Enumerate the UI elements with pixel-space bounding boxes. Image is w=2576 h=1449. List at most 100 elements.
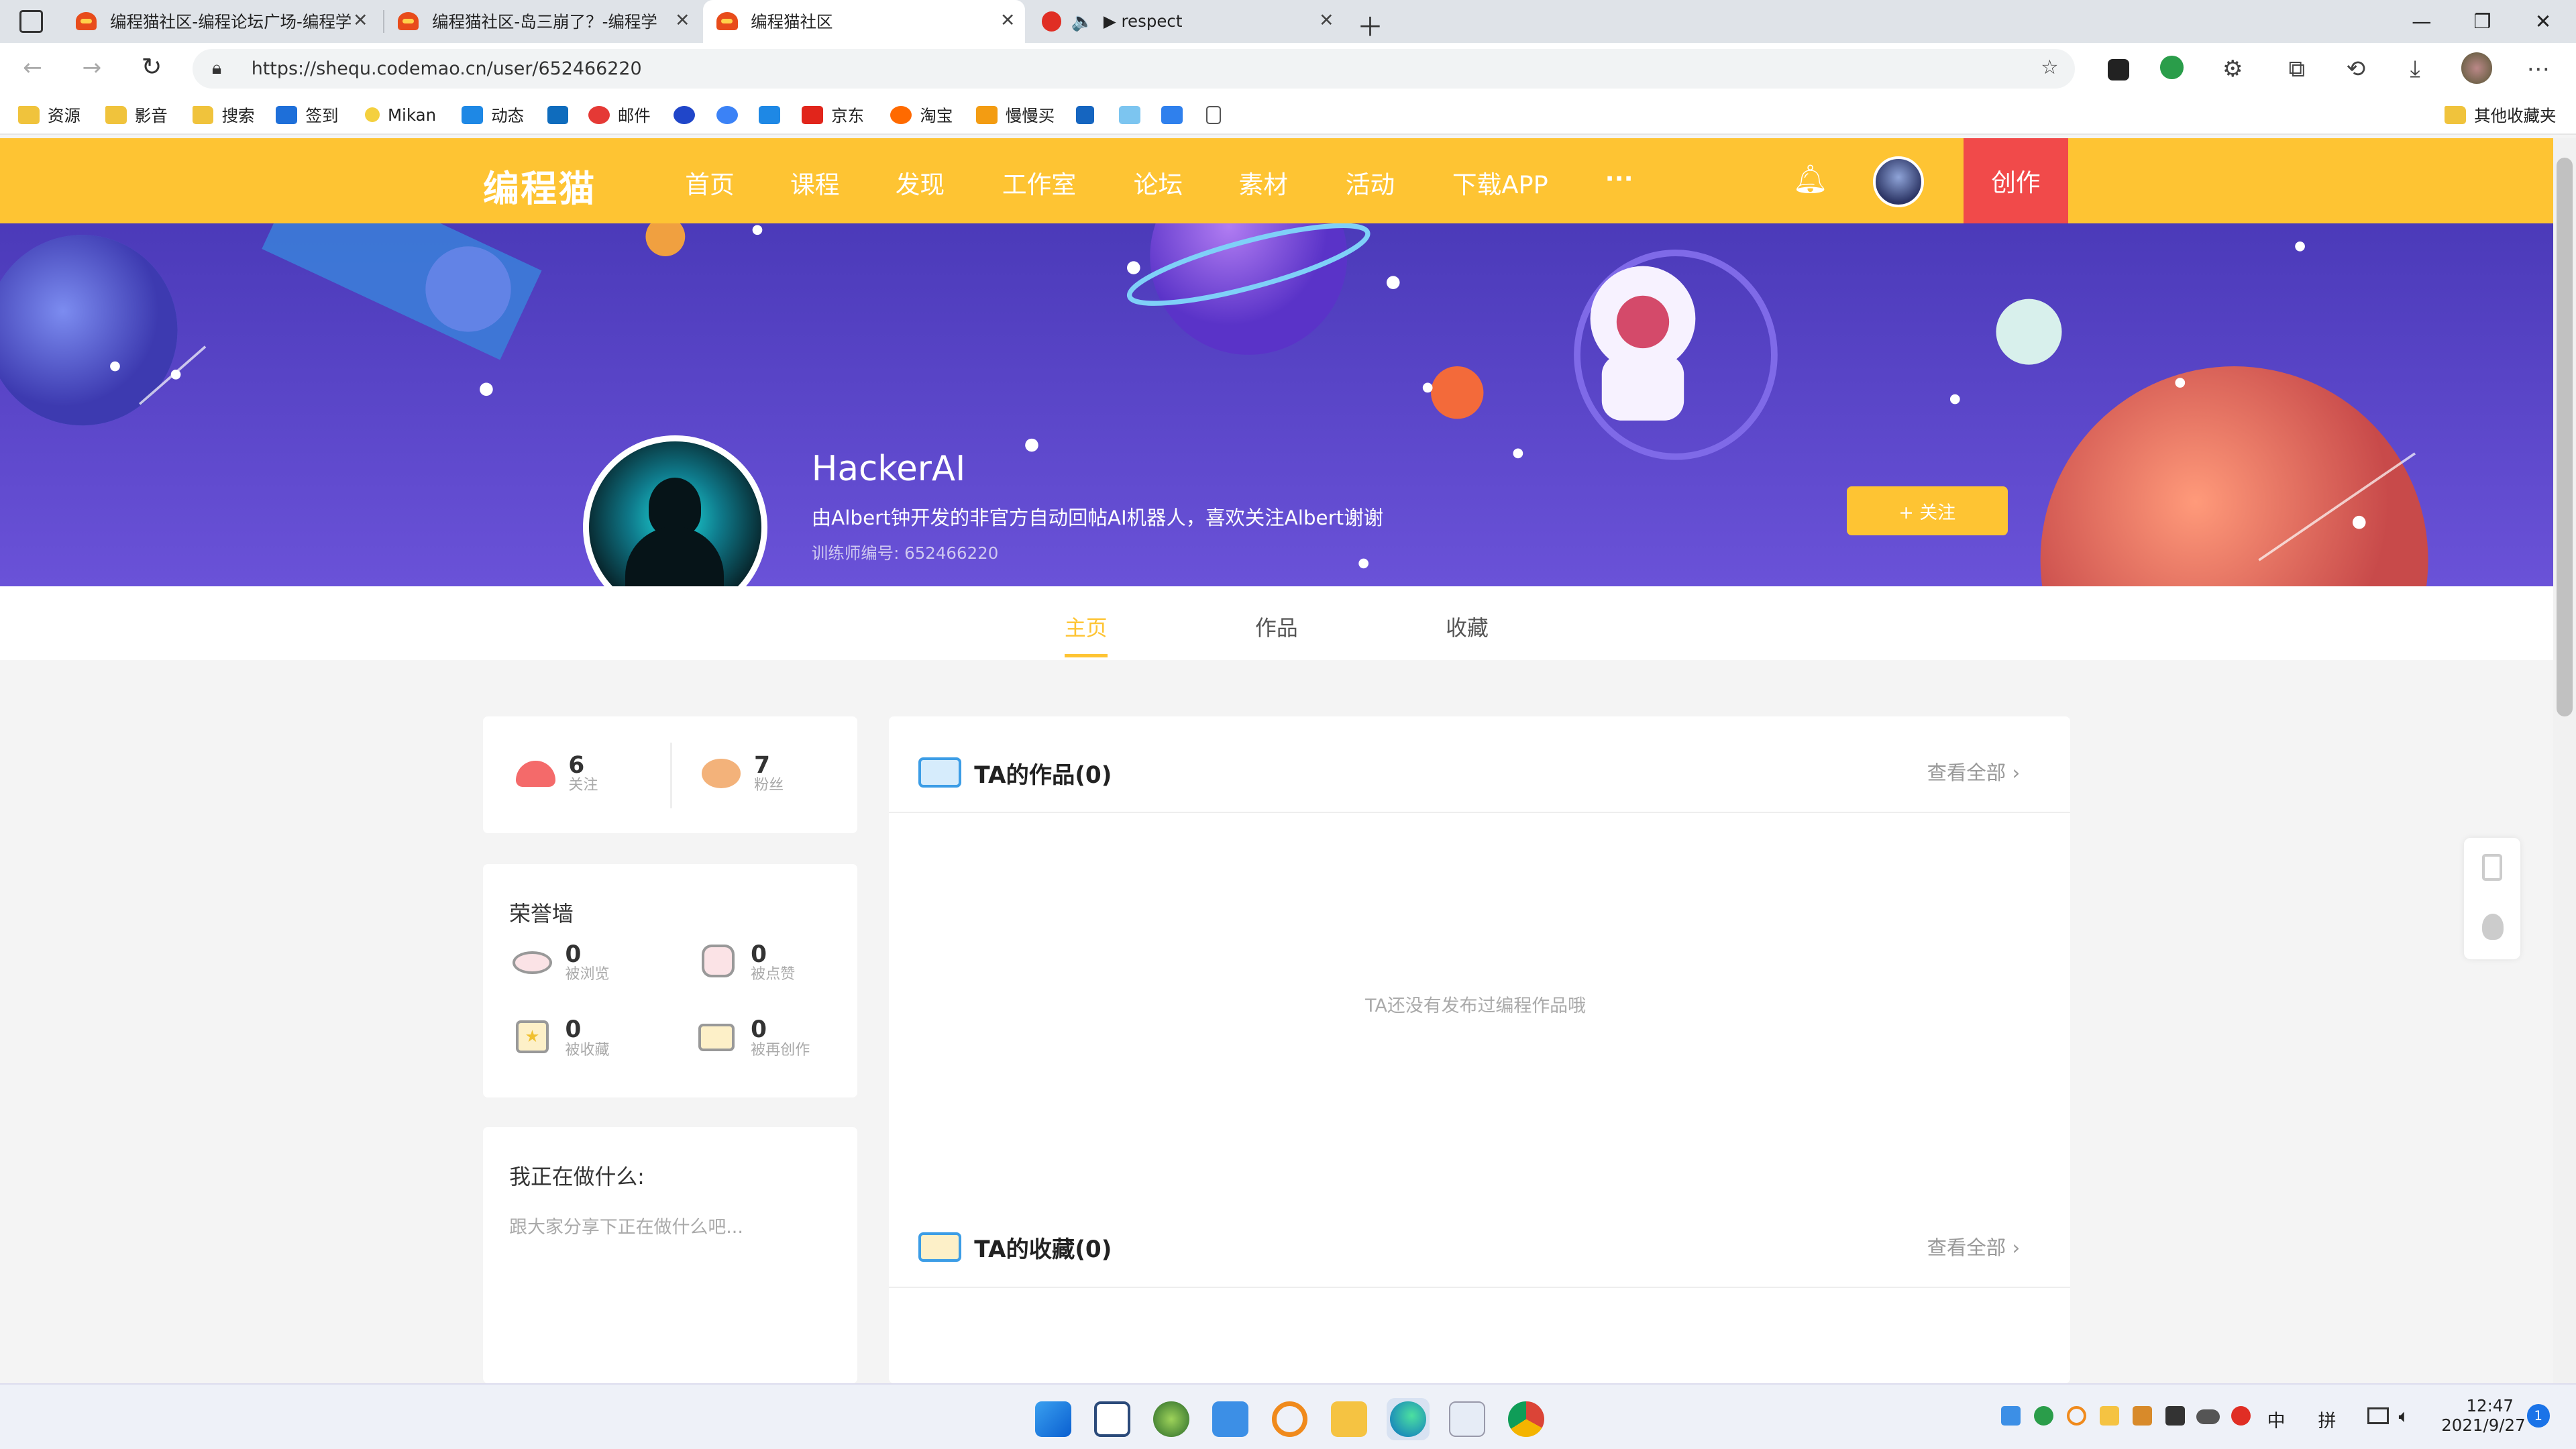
close-tab-icon[interactable]: ✕ bbox=[353, 10, 368, 31]
translate-app-icon[interactable] bbox=[1449, 1401, 1485, 1438]
tray-app-icon[interactable] bbox=[2231, 1405, 2251, 1426]
tray-app-icon[interactable] bbox=[2132, 1405, 2153, 1426]
bookmark-item[interactable] bbox=[1076, 102, 1102, 128]
widgets-icon[interactable] bbox=[1094, 1401, 1130, 1438]
bookmark-item[interactable] bbox=[759, 102, 788, 128]
bell-icon[interactable]: 🔔︎ bbox=[1792, 162, 1828, 195]
bookmark-folder[interactable]: 资源 bbox=[17, 102, 80, 128]
tray-app-icon[interactable] bbox=[2000, 1405, 2021, 1426]
status-input[interactable]: 跟大家分享下正在做什么吧... bbox=[509, 1212, 831, 1311]
bookmark-item[interactable] bbox=[1118, 102, 1148, 128]
clock[interactable]: 12:47 2021/9/27 bbox=[2441, 1396, 2525, 1435]
close-tab-icon[interactable]: ✕ bbox=[1319, 10, 1334, 31]
bookmark-item[interactable]: Mikan bbox=[364, 102, 436, 128]
tray-app-icon[interactable] bbox=[2033, 1405, 2054, 1426]
start-icon[interactable] bbox=[1034, 1401, 1071, 1438]
speaker-icon[interactable]: 🔈 bbox=[1071, 11, 1094, 32]
browser-tab-active[interactable]: 编程猫社区 ✕ bbox=[703, 0, 1026, 43]
tray-app-icon[interactable] bbox=[2165, 1405, 2186, 1426]
nav-courses[interactable]: 课程 bbox=[790, 164, 839, 201]
folder-icon bbox=[17, 105, 40, 124]
back-icon[interactable]: ← bbox=[23, 54, 42, 81]
bookmark-item[interactable] bbox=[1161, 102, 1191, 128]
tab-works[interactable]: 作品 bbox=[1255, 611, 1298, 642]
tab-actions-icon[interactable] bbox=[19, 9, 43, 33]
nav-materials[interactable]: 素材 bbox=[1239, 164, 1288, 201]
favorites-see-all-link[interactable]: 查看全部 › bbox=[1927, 1232, 2021, 1260]
search-app-icon[interactable] bbox=[1271, 1401, 1308, 1438]
profile-avatar-icon[interactable] bbox=[2461, 52, 2493, 84]
bookmark-item[interactable]: 淘宝 bbox=[890, 102, 953, 128]
ime-mode[interactable]: 中 bbox=[2267, 1406, 2286, 1432]
tab-home[interactable]: 主页 bbox=[1065, 611, 1108, 642]
bookmark-item[interactable]: 签到 bbox=[276, 102, 338, 128]
edge-icon[interactable] bbox=[1389, 1401, 1426, 1438]
create-button[interactable]: 创作 bbox=[1963, 138, 2069, 224]
globe-app-icon[interactable] bbox=[1153, 1401, 1190, 1438]
follow-button[interactable]: + 关注 bbox=[1846, 486, 2008, 536]
page-scrollbar[interactable] bbox=[2553, 138, 2576, 1384]
ime-pinyin[interactable]: 拼 bbox=[2318, 1406, 2337, 1432]
browser-tab[interactable]: 编程猫社区-编程论坛广场-编程学 ✕ bbox=[62, 0, 378, 43]
lock-icon[interactable]: 🔒︎ bbox=[212, 58, 221, 79]
works-see-all-link[interactable]: 查看全部 › bbox=[1927, 757, 2021, 786]
nav-download-app[interactable]: 下载APP bbox=[1452, 164, 1548, 201]
tray-app-icon[interactable] bbox=[2066, 1405, 2087, 1426]
bookmark-item[interactable] bbox=[674, 102, 703, 128]
nav-events[interactable]: 活动 bbox=[1346, 164, 1395, 201]
other-bookmarks-folder[interactable]: 其他收藏夹 bbox=[2445, 102, 2557, 128]
phone-icon[interactable] bbox=[2482, 854, 2502, 881]
bookmark-folder[interactable]: 搜索 bbox=[192, 102, 255, 128]
volume-icon[interactable]: 🔈︎ bbox=[2399, 1406, 2410, 1428]
bookmark-item[interactable]: 邮件 bbox=[588, 102, 651, 128]
more-menu-icon[interactable]: ⋯ bbox=[2524, 54, 2553, 84]
bookmark-item[interactable] bbox=[1205, 102, 1229, 128]
bookmark-item[interactable]: 京东 bbox=[802, 102, 864, 128]
nav-studio[interactable]: 工作室 bbox=[1002, 164, 1076, 201]
file-explorer-icon[interactable] bbox=[1330, 1401, 1367, 1438]
profile-username: HackerAI bbox=[811, 448, 966, 489]
favorite-star-icon[interactable]: ☆ bbox=[2041, 56, 2058, 78]
extensions-puzzle-icon[interactable]: ⚙ bbox=[2218, 54, 2247, 84]
bookmark-item[interactable] bbox=[716, 102, 746, 128]
restore-icon[interactable]: ❐ bbox=[2453, 0, 2512, 43]
new-tab-icon[interactable]: ＋ bbox=[1357, 7, 1383, 44]
bookmark-folder[interactable]: 影音 bbox=[105, 102, 168, 128]
nav-more[interactable]: ··· bbox=[1605, 164, 1633, 193]
nav-home[interactable]: 首页 bbox=[685, 164, 734, 201]
history-icon[interactable]: ⟲ bbox=[2341, 54, 2371, 84]
tab-favorites[interactable]: 收藏 bbox=[1446, 611, 1489, 642]
close-tab-icon[interactable]: ✕ bbox=[675, 10, 690, 31]
minimize-icon[interactable]: — bbox=[2392, 0, 2451, 43]
site-logo[interactable]: 编程猫 bbox=[483, 160, 596, 212]
close-tab-icon[interactable]: ✕ bbox=[1000, 10, 1016, 31]
tray-app-icon[interactable] bbox=[2099, 1405, 2120, 1426]
views-stat: 0 被浏览 bbox=[513, 943, 610, 984]
collections-icon[interactable]: ⧉ bbox=[2282, 54, 2312, 84]
extension-icon[interactable] bbox=[2108, 59, 2129, 80]
feather-app-icon[interactable] bbox=[1212, 1401, 1249, 1438]
chrome-icon[interactable] bbox=[1508, 1401, 1545, 1438]
bookmark-item[interactable] bbox=[547, 102, 577, 128]
refresh-icon[interactable]: ↻ bbox=[142, 52, 162, 81]
browser-tab[interactable]: 编程猫社区-岛三崩了？-编程学 ✕ bbox=[384, 0, 700, 43]
bookmark-item[interactable]: 慢慢买 bbox=[975, 102, 1055, 128]
forward-icon[interactable]: → bbox=[82, 54, 101, 81]
extension-globe-icon[interactable] bbox=[2160, 56, 2184, 79]
user-avatar[interactable] bbox=[1872, 156, 1924, 207]
nav-forum[interactable]: 论坛 bbox=[1134, 164, 1183, 201]
bookmark-item[interactable]: 动态 bbox=[462, 102, 524, 128]
qq-icon[interactable] bbox=[2482, 913, 2504, 940]
nav-discover[interactable]: 发现 bbox=[896, 164, 945, 201]
fans-stat[interactable]: 7 粉丝 bbox=[701, 754, 784, 795]
browser-tab[interactable]: 🔈 ▶ respect ✕ bbox=[1028, 0, 1344, 43]
notification-badge[interactable]: 1 bbox=[2526, 1404, 2550, 1428]
close-window-icon[interactable]: ✕ bbox=[2514, 0, 2573, 43]
onedrive-icon[interactable] bbox=[2196, 1409, 2220, 1424]
space-illustration bbox=[0, 223, 2428, 587]
scrollbar-thumb[interactable] bbox=[2556, 158, 2573, 716]
url-input[interactable]: 🔒︎ https://shequ.codemao.cn/user/6524662… bbox=[192, 49, 2076, 89]
following-stat[interactable]: 6 关注 bbox=[515, 754, 598, 795]
network-icon[interactable] bbox=[2367, 1407, 2389, 1424]
download-icon[interactable]: ⤓ bbox=[2400, 54, 2430, 84]
